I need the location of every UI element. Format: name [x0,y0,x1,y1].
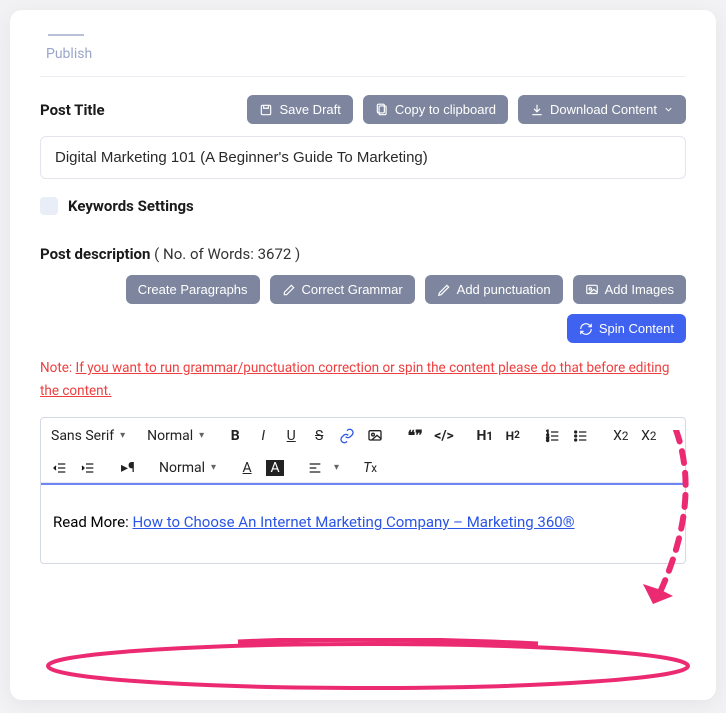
divider [40,76,686,77]
unordered-list-icon [573,428,589,444]
keywords-checkbox[interactable] [40,197,58,215]
create-paragraphs-button[interactable]: Create Paragraphs [126,275,260,304]
refresh-icon [579,322,593,336]
font-family-label: Sans Serif [51,428,114,444]
add-images-label: Add Images [605,282,674,297]
caret-icon: ▾ [334,462,339,473]
post-description-label: Post description [40,245,150,263]
word-count-suffix: ) [291,245,300,263]
pencil-icon [437,283,451,297]
save-draft-label: Save Draft [279,102,340,117]
heading-select[interactable]: Normal ▾ [159,460,216,476]
insert-image-button[interactable] [366,428,384,444]
ordered-list-button[interactable]: 123 [544,428,562,444]
editor-toolbar: Sans Serif ▾ Normal ▾ B I U S ❝❞ </> H1 [41,418,685,483]
tab-publish[interactable]: Publish [46,46,686,62]
outdent-icon [52,460,68,476]
outdent-button[interactable] [51,460,69,476]
text-color-button[interactable]: A [238,460,256,476]
link-icon [339,428,355,444]
post-title-input[interactable] [40,136,686,179]
caret-icon: ▾ [211,462,216,473]
heading1-button[interactable]: H1 [476,428,494,444]
subscript-button[interactable]: X2 [612,428,630,444]
strike-button[interactable]: S [310,428,328,444]
align-button[interactable] [306,460,324,476]
download-content-label: Download Content [550,102,657,117]
clear-format-button[interactable]: Tx [361,460,379,476]
save-draft-button[interactable]: Save Draft [247,95,352,124]
unordered-list-button[interactable] [572,428,590,444]
edit-icon [282,283,296,297]
keywords-settings-label: Keywords Settings [68,197,194,215]
note-body: If you want to run grammar/punctuation c… [40,360,669,399]
font-family-select[interactable]: Sans Serif ▾ [51,428,125,444]
heading2-button[interactable]: H2 [504,429,522,443]
warning-note: Note: If you want to run grammar/punctua… [40,357,686,403]
spin-content-label: Spin Content [599,321,674,336]
bold-button[interactable]: B [226,428,244,444]
read-more-link[interactable]: How to Choose An Internet Marketing Comp… [132,513,574,531]
text-direction-button[interactable]: ▸¶ [119,460,137,476]
correct-grammar-label: Correct Grammar [302,282,403,297]
word-count-prefix: ( No. of Words: [154,245,257,263]
add-punctuation-button[interactable]: Add punctuation [425,275,563,304]
svg-text:3: 3 [546,437,549,443]
align-icon [307,460,323,476]
tab-indicator [48,34,84,36]
save-icon [259,103,273,117]
clipboard-icon [375,103,389,117]
caret-icon: ▾ [120,430,125,441]
italic-button[interactable]: I [254,428,272,444]
image-icon [585,283,599,297]
spin-content-button[interactable]: Spin Content [567,314,686,343]
read-more-label: Read More: [53,513,132,531]
post-description-row: Post description ( No. of Words: 3672 ) [40,245,686,263]
rich-text-editor: Sans Serif ▾ Normal ▾ B I U S ❝❞ </> H1 [40,417,686,564]
image-icon [367,428,383,444]
ordered-list-icon: 123 [545,428,561,444]
background-color-button[interactable]: A [266,460,284,476]
heading-select-label: Normal [159,460,205,476]
add-images-button[interactable]: Add Images [573,275,686,304]
title-row: Post Title Save Draft Copy to clipboard … [40,95,686,124]
copy-clipboard-button[interactable]: Copy to clipboard [363,95,508,124]
add-punctuation-label: Add punctuation [457,282,551,297]
font-size-label: Normal [147,428,193,444]
word-count: 3672 [258,245,292,263]
description-actions: Create Paragraphs Correct Grammar Add pu… [40,275,686,304]
code-block-button[interactable]: </> [434,428,454,444]
indent-icon [80,460,96,476]
chevron-down-icon [663,104,674,115]
editor-card: Publish Post Title Save Draft Copy to cl… [10,10,716,700]
post-title-label: Post Title [40,101,105,119]
underline-button[interactable]: U [282,428,300,444]
link-button[interactable] [338,428,356,444]
copy-clipboard-label: Copy to clipboard [395,102,496,117]
keywords-settings-row: Keywords Settings [40,197,686,215]
correct-grammar-button[interactable]: Correct Grammar [270,275,415,304]
download-content-button[interactable]: Download Content [518,95,686,124]
blockquote-button[interactable]: ❝❞ [406,428,424,444]
font-size-select[interactable]: Normal ▾ [147,428,204,444]
indent-button[interactable] [79,460,97,476]
superscript-button[interactable]: X2 [640,428,658,444]
download-icon [530,103,544,117]
annotation-ellipse [38,638,698,694]
create-paragraphs-label: Create Paragraphs [138,282,248,297]
caret-icon: ▾ [199,430,204,441]
editor-content[interactable]: Read More: How to Choose An Internet Mar… [41,483,685,563]
note-prefix: Note: [40,360,76,376]
